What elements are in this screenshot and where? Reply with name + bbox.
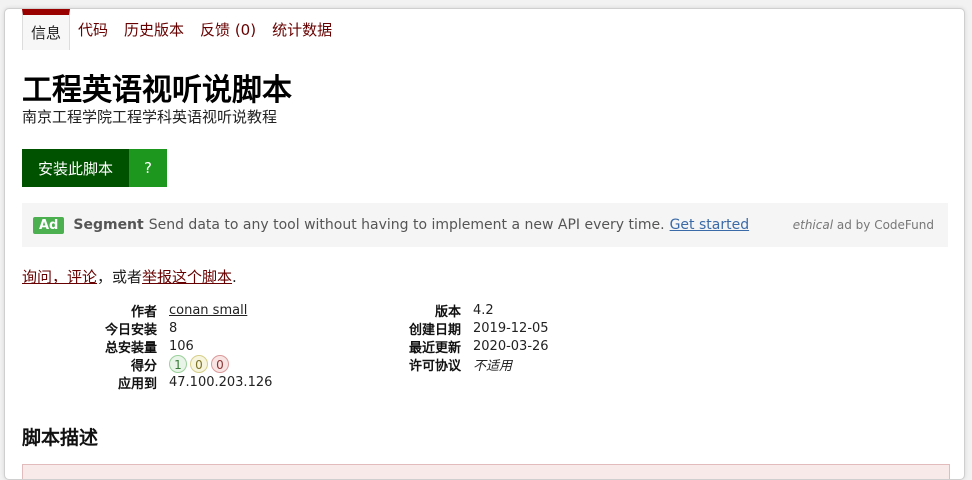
meta-created-row: 创建日期 2019-12-05: [331, 319, 549, 338]
install-group: 安装此脚本 ?: [22, 149, 168, 187]
meta-score-row: 得分 100: [27, 355, 272, 374]
ad-badge: Ad: [33, 216, 65, 234]
version-value: 4.2: [473, 302, 494, 318]
meta-today-row: 今日安装 8: [27, 319, 272, 338]
created-label: 创建日期: [408, 322, 461, 338]
ask-comment-link[interactable]: 询问，评论: [22, 268, 97, 286]
script-subtitle: 南京工程学院工程学科英语视听说教程: [22, 108, 278, 126]
feedback-line: 询问，评论，或者举报这个脚本.: [22, 266, 237, 287]
ad-credit-text: ad by CodeFund: [836, 218, 934, 232]
description-box: [22, 464, 950, 479]
meta-applies-row: 应用到 47.100.203.126: [27, 373, 273, 392]
meta-left: 作者 conan small 今日安装 8 总安装量 106 得分 100 应用…: [27, 301, 273, 392]
score-values: 100: [169, 355, 232, 373]
install-button[interactable]: 安装此脚本: [22, 149, 130, 187]
today-installs-label: 今日安装: [104, 322, 157, 338]
updated-label: 最近更新: [408, 340, 461, 356]
tab-versions[interactable]: 历史版本: [116, 9, 192, 50]
applies-label: 应用到: [117, 376, 157, 392]
tab-feedback[interactable]: 反馈 (0): [192, 9, 264, 50]
tab-code[interactable]: 代码: [70, 9, 116, 50]
today-installs-value: 8: [169, 320, 178, 336]
score-label: 得分: [130, 358, 157, 374]
meta-right: 版本 4.2 创建日期 2019-12-05 最近更新 2020-03-26 许…: [331, 301, 549, 374]
meta-license-row: 许可协议 不适用: [331, 355, 549, 374]
script-panel: 信息 代码 历史版本 反馈 (0) 统计数据 工程英语视听说脚本 南京工程学院工…: [4, 8, 965, 480]
ad-banner: Ad Segment Send data to any tool without…: [22, 203, 948, 247]
report-script-link[interactable]: 举报这个脚本: [142, 268, 232, 286]
ad-text: Send data to any tool without having to …: [148, 217, 665, 233]
total-installs-value: 106: [169, 338, 194, 354]
tab-stats[interactable]: 统计数据: [264, 9, 340, 50]
score-bad-badge: 0: [211, 355, 229, 373]
ad-link[interactable]: Get started: [670, 217, 750, 233]
meta-updated-row: 最近更新 2020-03-26: [331, 337, 549, 356]
ad-credit[interactable]: ethical ad by CodeFund: [793, 218, 934, 232]
updated-value: 2020-03-26: [473, 338, 549, 354]
author-link[interactable]: conan small: [169, 303, 247, 318]
created-value: 2019-12-05: [473, 320, 549, 336]
feedback-middle: ，或者: [97, 268, 143, 286]
feedback-end: .: [232, 268, 237, 286]
ad-credit-em: ethical: [792, 218, 834, 232]
install-help-button[interactable]: ?: [129, 149, 168, 187]
tab-bar: 信息 代码 历史版本 反馈 (0) 统计数据: [22, 9, 340, 50]
author-label: 作者: [130, 304, 157, 320]
meta-author-row: 作者 conan small: [27, 301, 272, 320]
license-value: 不适用: [473, 358, 513, 374]
version-label: 版本: [434, 304, 461, 320]
license-label: 许可协议: [408, 358, 461, 374]
description-heading: 脚本描述: [22, 427, 99, 449]
meta-version-row: 版本 4.2: [331, 301, 549, 320]
script-title: 工程英语视听说脚本: [22, 73, 292, 108]
meta-total-row: 总安装量 106: [27, 337, 272, 356]
score-ok-badge: 0: [190, 355, 208, 373]
tab-info[interactable]: 信息: [22, 9, 71, 50]
total-installs-label: 总安装量: [104, 340, 157, 356]
score-good-badge: 1: [169, 355, 187, 373]
ad-brand: Segment: [73, 217, 144, 233]
applies-value: 47.100.203.126: [169, 374, 273, 390]
